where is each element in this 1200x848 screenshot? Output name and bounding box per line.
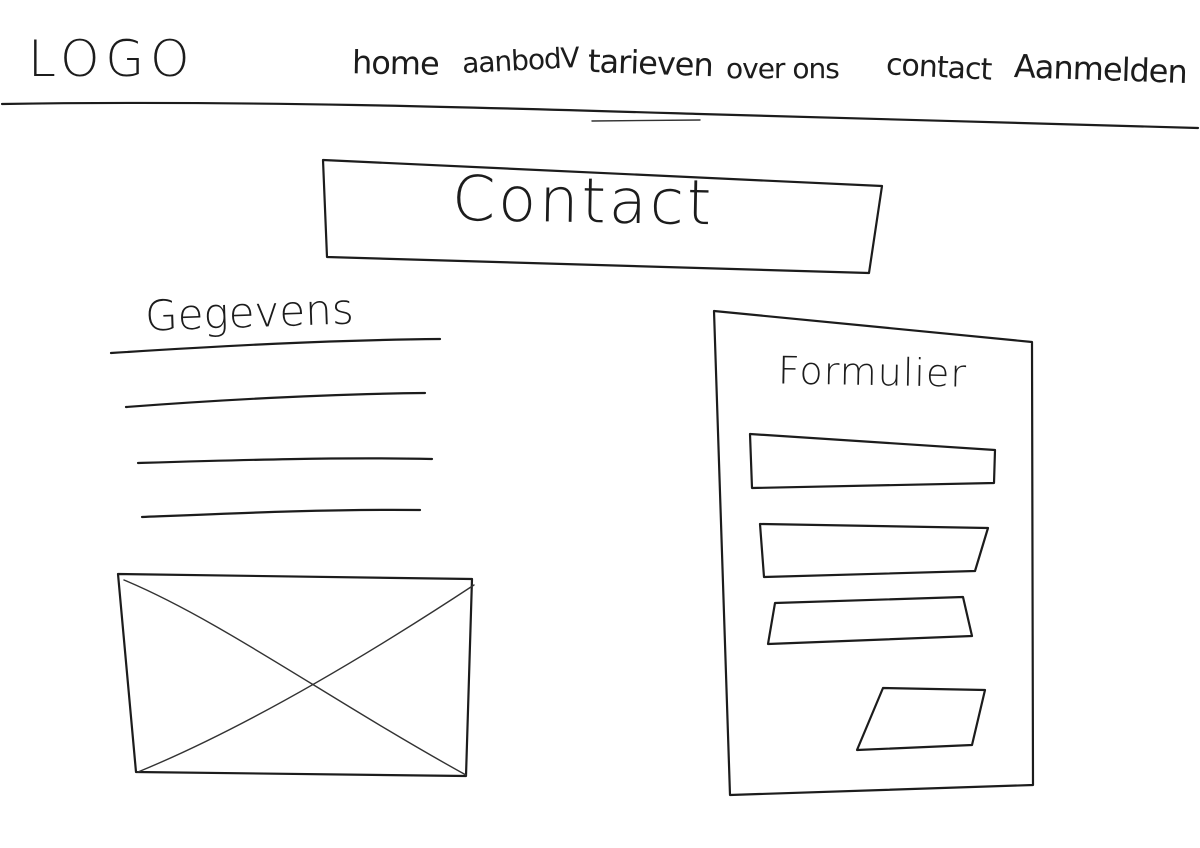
details-underline <box>109 337 442 355</box>
main-nav: home aanbodV tarieven over ons contact A… <box>352 41 1188 94</box>
header-divider-accent <box>591 119 701 122</box>
form-title: Formulier <box>777 348 968 396</box>
nav-over-ons[interactable]: over ons <box>726 52 840 85</box>
logo[interactable]: LOGO <box>28 30 196 88</box>
form-field-2[interactable] <box>768 530 978 570</box>
detail-line-1 <box>124 391 427 409</box>
form-field-1[interactable] <box>756 444 988 482</box>
details-title: Gegevens <box>144 284 355 341</box>
detail-line-3 <box>140 508 422 519</box>
detail-line-2 <box>136 457 434 465</box>
page-title: Contact <box>451 161 715 240</box>
nav-contact[interactable]: contact <box>885 47 992 87</box>
nav-tarieven[interactable]: tarieven <box>587 42 713 84</box>
nav-home[interactable]: home <box>352 43 439 83</box>
image-placeholder-area <box>120 576 470 774</box>
submit-button[interactable] <box>866 692 978 746</box>
nav-aanbod-dropdown[interactable]: aanbodV <box>461 41 579 80</box>
header-divider <box>0 101 1200 130</box>
form-field-3[interactable] <box>776 604 966 638</box>
nav-aanmelden[interactable]: Aanmelden <box>1013 47 1187 91</box>
